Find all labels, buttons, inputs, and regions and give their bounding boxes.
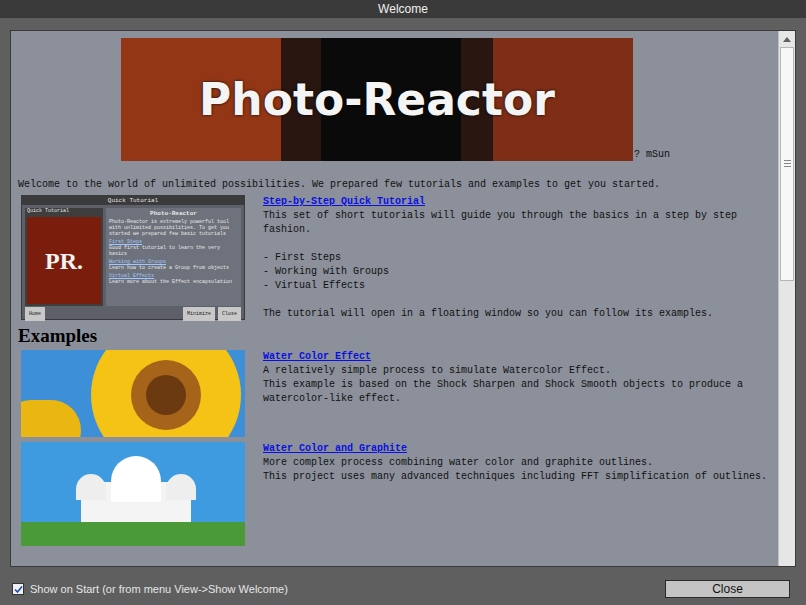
tutorial-item: - First Steps	[263, 251, 772, 265]
tutorial-item: - Virtual Effects	[263, 279, 772, 293]
tutorial-link[interactable]: Step-by-Step Quick Tutorial	[263, 195, 772, 209]
basilica-image	[21, 442, 245, 546]
sunflower-image	[21, 350, 245, 437]
banner-credit: ? mSun	[634, 149, 670, 161]
scrollbar[interactable]	[778, 31, 795, 566]
content-area: Photo-Reactor? mSun Welcome to the world …	[11, 31, 778, 566]
example-row: Water Color EffectA relatively simple pr…	[21, 350, 772, 437]
title-bar[interactable]: Welcome	[0, 0, 806, 18]
example-row: Water Color and GraphiteMore complex pro…	[21, 442, 772, 546]
scroll-thumb[interactable]	[780, 47, 794, 281]
tutorial-thumbnail: Quick TutorialQuick TutorialPR.Photo-Rea…	[21, 195, 245, 320]
tutorial-row: Quick TutorialQuick TutorialPR.Photo-Rea…	[21, 195, 772, 321]
content-panel: Photo-Reactor? mSun Welcome to the world …	[10, 30, 796, 567]
check-icon	[14, 585, 23, 594]
tutorial-item: - Working with Groups	[263, 265, 772, 279]
banner: Photo-Reactor	[121, 38, 633, 161]
show-on-start-label[interactable]: Show on Start (or from menu View->Show W…	[30, 581, 288, 598]
show-on-start-checkbox[interactable]	[12, 583, 24, 595]
example-link[interactable]: Water Color Effect	[263, 350, 772, 364]
examples-heading: Examples	[18, 325, 772, 347]
example-link[interactable]: Water Color and Graphite	[263, 442, 772, 456]
close-button[interactable]: Close	[665, 580, 790, 598]
scroll-up-icon[interactable]	[779, 31, 795, 47]
footer: Show on Start (or from menu View->Show W…	[0, 573, 806, 605]
welcome-window: Welcome Photo-Reactor? mSun Welcome to the…	[0, 0, 806, 605]
intro-text: Welcome to the world of unlimited possib…	[18, 178, 772, 192]
